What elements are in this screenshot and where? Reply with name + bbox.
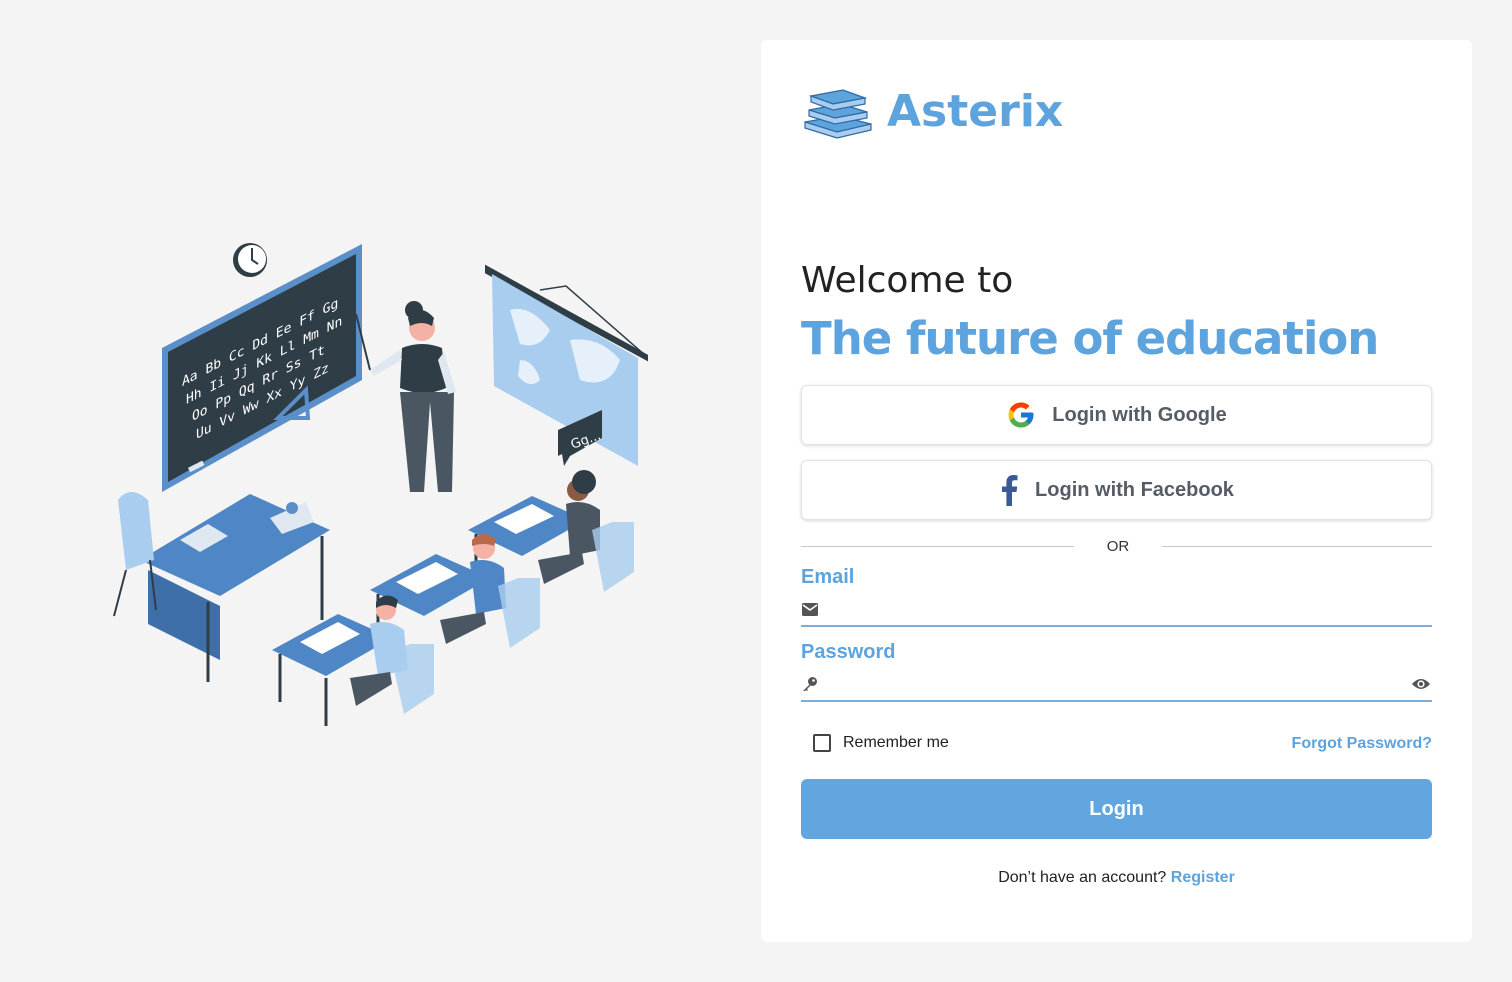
login-with-google-button[interactable]: Login with Google	[801, 385, 1432, 445]
headline: The future of education	[801, 312, 1379, 365]
google-icon	[1008, 402, 1034, 428]
login-card: Asterix Welcome to The future of educati…	[761, 40, 1472, 942]
welcome-text: Welcome to	[801, 260, 1014, 301]
stacked-books-icon	[804, 89, 872, 139]
classroom-illustration: Aa Bb Cc Dd Ee Ff Gg Hh Ii Jj Kk Ll Mm N…	[113, 243, 648, 726]
or-divider: OR	[801, 536, 1432, 556]
facebook-icon	[1002, 475, 1018, 506]
teacher-figure	[355, 301, 456, 492]
brand: Asterix	[801, 82, 1063, 140]
envelope-icon	[801, 600, 819, 618]
eye-icon[interactable]	[1412, 675, 1430, 693]
forgot-password-link[interactable]: Forgot Password?	[1292, 735, 1432, 753]
facebook-button-label: Login with Facebook	[1035, 478, 1234, 501]
remember-me[interactable]: Remember me	[813, 734, 949, 752]
remember-me-checkbox[interactable]	[813, 734, 831, 752]
register-link[interactable]: Register	[1171, 869, 1235, 886]
google-button-label: Login with Google	[1052, 403, 1227, 426]
password-field-wrapper	[801, 668, 1432, 702]
divider-text: OR	[1106, 537, 1130, 555]
key-icon	[801, 675, 819, 693]
register-prompt: Don’t have an account? Register	[761, 869, 1472, 887]
divider-line-left	[801, 545, 1074, 547]
divider-line-right	[1162, 545, 1432, 547]
email-field-wrapper	[801, 593, 1432, 627]
password-label: Password	[801, 641, 896, 663]
email-input[interactable]	[819, 594, 1432, 624]
clock-icon	[233, 243, 267, 277]
brand-name: Asterix	[887, 85, 1064, 137]
password-input[interactable]	[819, 669, 1412, 699]
register-prompt-text: Don’t have an account?	[998, 869, 1167, 886]
email-label: Email	[801, 566, 855, 588]
remember-me-label: Remember me	[843, 734, 949, 751]
blackboard: Aa Bb Cc Dd Ee Ff Gg Hh Ii Jj Kk Ll Mm N…	[162, 244, 362, 492]
login-button[interactable]: Login	[801, 779, 1432, 839]
login-with-facebook-button[interactable]: Login with Facebook	[801, 460, 1432, 520]
